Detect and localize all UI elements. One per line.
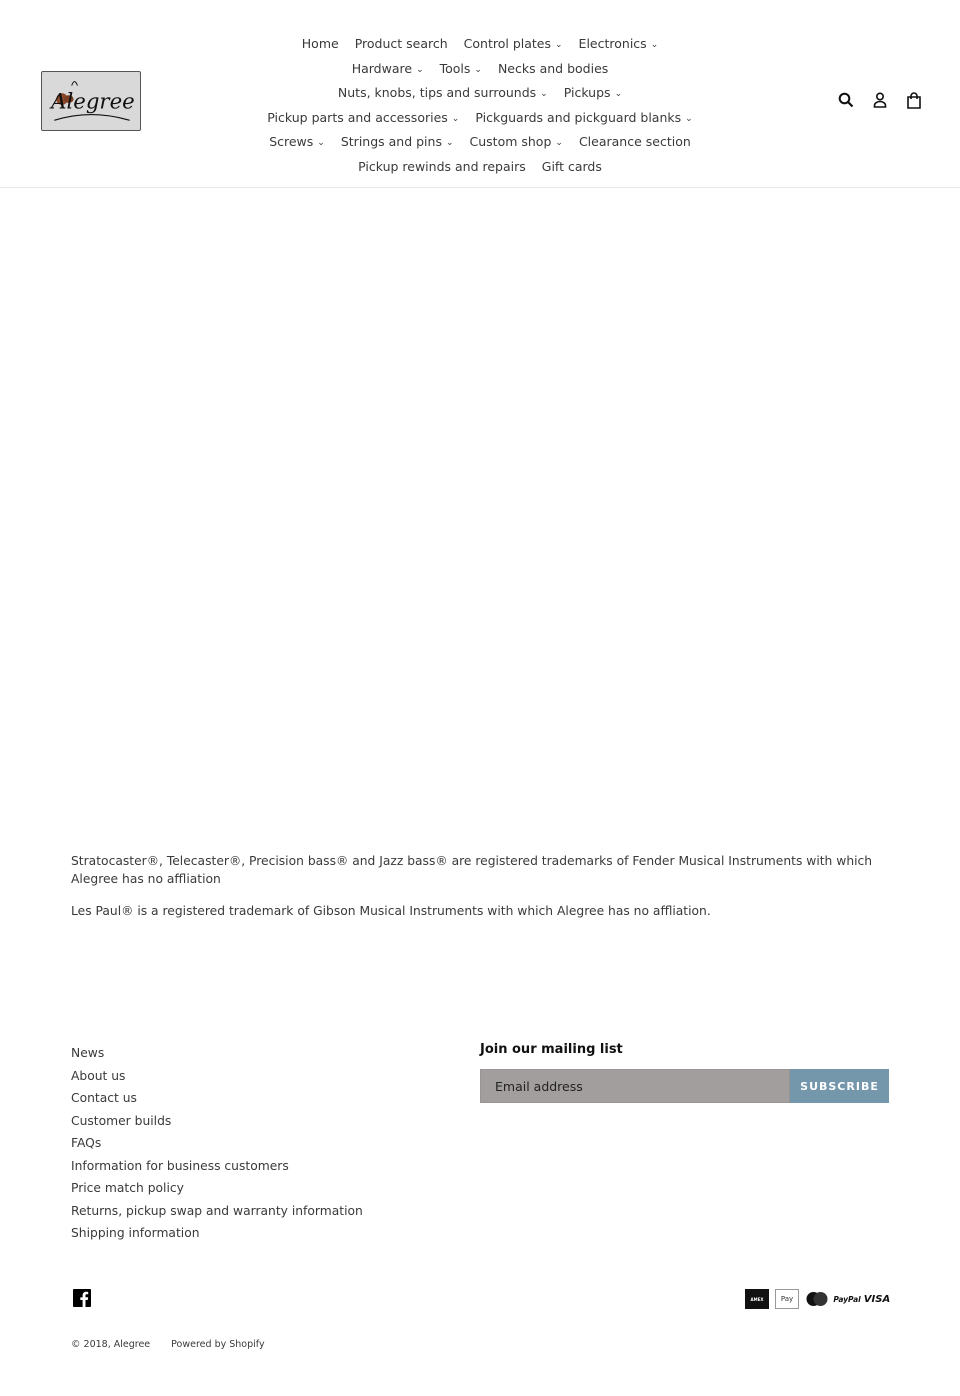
- footer-links: News About us Contact us Customer builds FAQ…: [71, 1042, 363, 1245]
- footer-link[interactable]: About us: [71, 1065, 363, 1088]
- chevron-down-icon: ⌄: [685, 113, 693, 124]
- powered-by-link[interactable]: Powered by Shopify: [171, 1339, 264, 1350]
- nav-row: Screws ⌄ Strings and pins ⌄ Custom shop ⌄ Clea…: [230, 131, 730, 156]
- chevron-down-icon: ⌄: [650, 40, 659, 50]
- newsletter-form: SUBSCRIBE: [480, 1069, 889, 1103]
- nav-item-label: Gift cards: [541, 158, 602, 174]
- nav-item-label: Necks and bodies: [497, 60, 609, 76]
- nav-item-label: Home: [301, 36, 339, 51]
- nav-row: Home Product search Control plates ⌄ Electro…: [230, 33, 730, 58]
- footer-link[interactable]: Shipping information: [71, 1222, 363, 1245]
- chevron-down-icon: ⌄: [451, 113, 460, 124]
- nav-item[interactable]: Home: [302, 33, 339, 56]
- nav-item-label: Electronics: [578, 36, 647, 51]
- header-actions: [836, 90, 924, 110]
- nav-item[interactable]: Nuts, knobs, tips and surrounds ⌄: [338, 82, 548, 107]
- nav-item-label: Pickup rewinds and repairs: [358, 158, 526, 174]
- nav-item-label: Pickup parts and accessories: [267, 109, 448, 125]
- nav-item-label: Nuts, knobs, tips and surrounds: [337, 85, 537, 100]
- chevron-down-icon: ⌄: [416, 64, 424, 75]
- paypal-icon: PayPal: [833, 1294, 861, 1304]
- logo[interactable]: Alegree: [41, 71, 141, 131]
- nav-item[interactable]: Pickups ⌄: [564, 82, 622, 107]
- nav-row: Nuts, knobs, tips and surrounds ⌄ Pickups ⌄: [230, 82, 730, 107]
- chevron-down-icon: ⌄: [555, 40, 563, 50]
- subscribe-button[interactable]: SUBSCRIBE: [790, 1069, 889, 1103]
- nav-item[interactable]: Electronics ⌄: [579, 33, 659, 58]
- nav-item-label: Control plates: [463, 36, 551, 51]
- nav-item[interactable]: Pickup parts and accessories ⌄: [267, 107, 459, 132]
- nav-item[interactable]: Screws ⌄: [269, 131, 325, 156]
- copyright: © 2018, Alegree Powered by Shopify: [71, 1339, 283, 1350]
- nav-item-label: Tools: [439, 60, 471, 76]
- footer-link[interactable]: Information for business customers: [71, 1155, 363, 1178]
- footer-link[interactable]: Price match policy: [71, 1177, 363, 1200]
- site-header: Alegree Home Product search Control plates…: [0, 0, 960, 188]
- nav-row: Hardware ⌄ Tools ⌄ Necks and bodies: [230, 58, 730, 83]
- nav-item-label: Strings and pins: [340, 134, 442, 149]
- nav-item[interactable]: Control plates ⌄: [464, 33, 563, 58]
- nav-row: Pickup rewinds and repairs Gift cards: [230, 156, 730, 179]
- apple-pay-icon: Pay: [775, 1289, 799, 1309]
- trademark-gibson: Les Paul® is a registered trademark of G…: [71, 904, 711, 918]
- footer-link[interactable]: Returns, pickup swap and warranty inform…: [71, 1200, 363, 1223]
- visa-icon: VISA: [863, 1293, 891, 1305]
- email-input[interactable]: [480, 1069, 790, 1103]
- cart-icon[interactable]: [904, 90, 924, 110]
- nav-item-label: Hardware: [351, 60, 413, 76]
- alegree-logo-icon: Alegree: [49, 81, 135, 121]
- nav-item[interactable]: Custom shop ⌄: [470, 131, 563, 156]
- nav-item-label: Clearance section: [578, 134, 691, 149]
- chevron-down-icon: ⌄: [614, 89, 623, 99]
- nav-item[interactable]: Gift cards: [542, 156, 602, 179]
- nav-item[interactable]: Pickup rewinds and repairs: [358, 156, 526, 179]
- nav-item[interactable]: Pickguards and pickguard blanks ⌄: [475, 107, 692, 132]
- payment-icons: AMEX Pay PayPal VISA: [745, 1289, 891, 1309]
- nav-row: Pickup parts and accessories ⌄ Pickguards …: [230, 107, 730, 132]
- chevron-down-icon: ⌄: [317, 138, 325, 148]
- copyright-text[interactable]: © 2018, Alegree: [71, 1339, 150, 1350]
- footer-link[interactable]: Contact us: [71, 1087, 363, 1110]
- mailing-title: Join our mailing list: [480, 1042, 623, 1057]
- nav-item[interactable]: Hardware ⌄: [352, 58, 424, 83]
- nav-item-label: Pickguards and pickguard blanks: [475, 109, 682, 125]
- search-icon[interactable]: [836, 90, 856, 110]
- chevron-down-icon: ⌄: [555, 138, 563, 148]
- nav-item[interactable]: Product search: [355, 33, 448, 56]
- trademark-notice: Stratocaster®, Telecaster®, Precision ba…: [71, 852, 891, 934]
- mailing-list: Join our mailing list SUBSCRIBE: [480, 1042, 889, 1103]
- main-navigation: Home Product search Control plates ⌄ Electro…: [230, 33, 730, 178]
- chevron-down-icon: ⌄: [540, 89, 548, 99]
- nav-item[interactable]: Clearance section: [579, 131, 691, 154]
- footer-link[interactable]: News: [71, 1042, 363, 1065]
- amex-icon: AMEX: [745, 1289, 769, 1309]
- logo-text: Alegree: [49, 90, 135, 115]
- nav-item[interactable]: Strings and pins ⌄: [341, 131, 454, 156]
- nav-item-label: Custom shop: [469, 134, 552, 149]
- footer-link[interactable]: FAQs: [71, 1132, 363, 1155]
- nav-item-label: Pickups: [563, 85, 611, 100]
- chevron-down-icon: ⌄: [474, 64, 482, 75]
- nav-item[interactable]: Tools ⌄: [440, 58, 482, 83]
- facebook-icon[interactable]: [73, 1289, 91, 1307]
- chevron-down-icon: ⌄: [445, 138, 454, 148]
- nav-item-label: Product search: [354, 36, 448, 51]
- footer-link[interactable]: Customer builds: [71, 1110, 363, 1133]
- trademark-fender: Stratocaster®, Telecaster®, Precision ba…: [71, 854, 873, 886]
- mastercard-icon: [805, 1289, 829, 1309]
- nav-item[interactable]: Necks and bodies: [498, 58, 608, 81]
- account-icon[interactable]: [870, 90, 890, 110]
- nav-item-label: Screws: [269, 134, 314, 149]
